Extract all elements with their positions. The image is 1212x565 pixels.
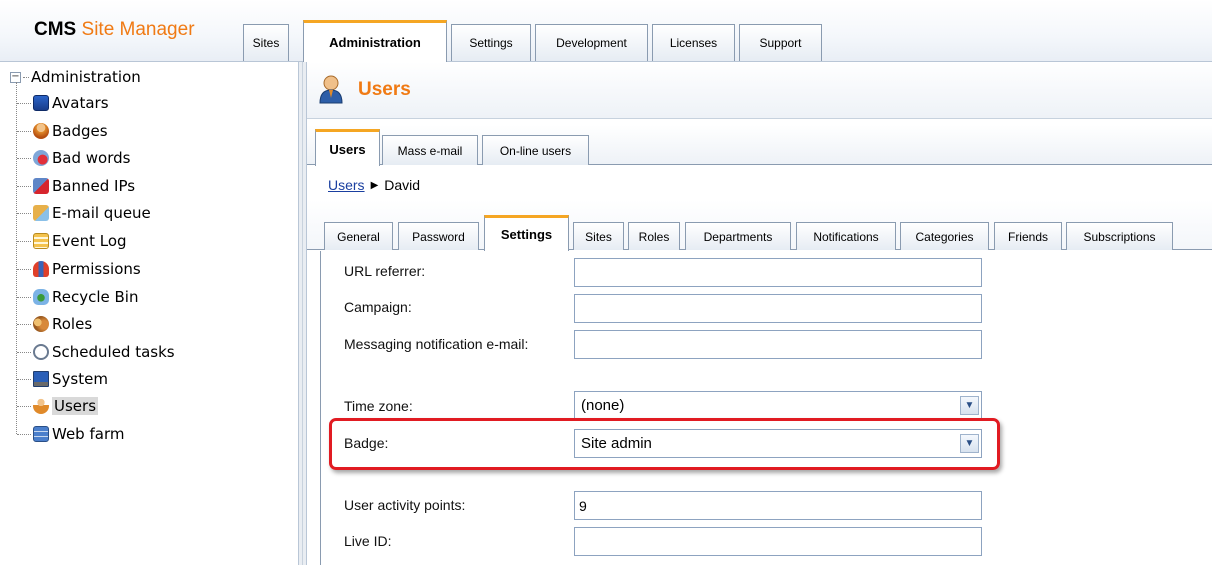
- tree-item-label: E-mail queue: [52, 204, 151, 222]
- tree-item-label: Scheduled tasks: [52, 343, 175, 361]
- messaging-email-field[interactable]: [574, 330, 982, 359]
- badges-icon: [33, 123, 49, 139]
- live-id-field[interactable]: [574, 527, 982, 556]
- tree-item-label: Badges: [52, 122, 108, 140]
- tree-item-roles[interactable]: Roles: [17, 312, 92, 336]
- tree-item-label: Recycle Bin: [52, 288, 139, 306]
- app-logo: CMS Site Manager: [34, 19, 195, 41]
- banned-ips-icon: [33, 178, 49, 194]
- tree-item-web-farm[interactable]: Web farm: [17, 422, 124, 446]
- highlight-annotation: [329, 418, 1000, 470]
- tab-departments[interactable]: Departments: [685, 222, 791, 250]
- tree-root-label: Administration: [31, 68, 141, 86]
- event-log-icon: [33, 233, 49, 249]
- page-header: [307, 62, 1212, 119]
- messaging-email-label: Messaging notification e-mail:: [344, 336, 529, 352]
- url-referrer-label: URL referrer:: [344, 263, 426, 279]
- tab-categories[interactable]: Categories: [900, 222, 989, 250]
- panel-splitter[interactable]: [298, 62, 307, 565]
- tab-licenses[interactable]: Licenses: [652, 24, 735, 61]
- tree-root-administration[interactable]: − Administration: [10, 68, 141, 86]
- permissions-icon: [33, 261, 49, 277]
- tree-item-email-queue[interactable]: E-mail queue: [17, 201, 151, 225]
- tab-administration[interactable]: Administration: [303, 20, 447, 62]
- tab-development[interactable]: Development: [535, 24, 648, 61]
- breadcrumb: Users ▶ David: [328, 177, 420, 193]
- tree-item-bad-words[interactable]: Bad words: [17, 146, 130, 170]
- tree-item-event-log[interactable]: Event Log: [17, 229, 127, 253]
- tree-item-label: Users: [52, 397, 99, 415]
- tab-password[interactable]: Password: [398, 222, 479, 250]
- user-icon: [319, 75, 343, 104]
- recycle-bin-icon: [33, 289, 49, 305]
- breadcrumb-current: David: [384, 177, 421, 193]
- tab-sites-user[interactable]: Sites: [573, 222, 624, 250]
- tab-friends[interactable]: Friends: [994, 222, 1062, 250]
- tab-settings[interactable]: Settings: [451, 24, 531, 61]
- chevron-down-icon[interactable]: ▼: [960, 396, 979, 415]
- tree-item-label: Web farm: [52, 425, 125, 443]
- tab-sites[interactable]: Sites: [243, 24, 289, 61]
- subtab-mass-email[interactable]: Mass e-mail: [382, 135, 478, 165]
- tree-item-permissions[interactable]: Permissions: [17, 257, 141, 281]
- logo-cms: CMS: [34, 19, 77, 40]
- tree-item-scheduled-tasks[interactable]: Scheduled tasks: [17, 340, 175, 364]
- logo-site-manager: Site Manager: [81, 19, 195, 40]
- activity-points-field[interactable]: [574, 491, 982, 520]
- time-zone-value: (none): [581, 397, 625, 414]
- tab-general[interactable]: General: [324, 222, 393, 250]
- tree-item-label: Roles: [52, 315, 93, 333]
- tab-subscriptions[interactable]: Subscriptions: [1066, 222, 1173, 250]
- scheduled-tasks-icon: [33, 344, 49, 360]
- tab-notifications[interactable]: Notifications: [796, 222, 896, 250]
- subtab-online-users[interactable]: On-line users: [482, 135, 589, 165]
- users-icon: [33, 398, 49, 414]
- page-title: Users: [358, 79, 411, 100]
- tree-item-badges[interactable]: Badges: [17, 119, 108, 143]
- tree-connector: [23, 76, 29, 78]
- tree-item-avatars[interactable]: Avatars: [17, 91, 109, 115]
- tree-item-label: Bad words: [52, 149, 131, 167]
- activity-points-label: User activity points:: [344, 497, 466, 513]
- tree-item-label: Banned IPs: [52, 177, 136, 195]
- tab-settings-user[interactable]: Settings: [484, 215, 569, 251]
- subtab-users[interactable]: Users: [315, 129, 380, 166]
- tree-item-label: Avatars: [52, 94, 109, 112]
- email-queue-icon: [33, 205, 49, 221]
- tree-item-users[interactable]: Users: [17, 394, 99, 418]
- breadcrumb-separator-icon: ▶: [370, 179, 379, 191]
- breadcrumb-users-link[interactable]: Users: [328, 177, 365, 193]
- tree-item-recycle-bin[interactable]: Recycle Bin: [17, 285, 138, 309]
- roles-icon: [33, 316, 49, 332]
- bad-words-icon: [33, 150, 49, 166]
- live-id-label: Live ID:: [344, 533, 392, 549]
- url-referrer-field[interactable]: [574, 258, 982, 287]
- avatars-icon: [33, 95, 49, 111]
- tree-item-label: Event Log: [52, 232, 127, 250]
- tree-item-label: System: [52, 370, 108, 388]
- campaign-field[interactable]: [574, 294, 982, 323]
- tree-item-system[interactable]: System: [17, 367, 108, 391]
- collapse-icon[interactable]: −: [10, 71, 21, 83]
- system-icon: [33, 371, 49, 387]
- time-zone-label: Time zone:: [344, 398, 413, 414]
- time-zone-select[interactable]: (none) ▼: [574, 391, 982, 420]
- tab-roles[interactable]: Roles: [628, 222, 680, 250]
- tab-support[interactable]: Support: [739, 24, 822, 61]
- tree-item-label: Permissions: [52, 260, 141, 278]
- campaign-label: Campaign:: [344, 299, 412, 315]
- tree-item-banned-ips[interactable]: Banned IPs: [17, 174, 135, 198]
- web-farm-icon: [33, 426, 49, 442]
